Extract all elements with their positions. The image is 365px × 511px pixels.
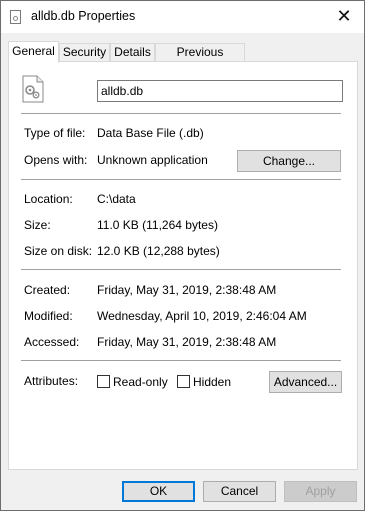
separator [21, 360, 341, 361]
advanced-button[interactable]: Advanced... [269, 371, 342, 393]
size-on-disk-label: Size on disk: [24, 244, 93, 258]
accessed-label: Accessed: [24, 335, 80, 349]
readonly-label[interactable]: Read-only [113, 375, 168, 389]
accessed-value: Friday, May 31, 2019, 2:38:48 AM [97, 335, 277, 349]
separator [21, 113, 341, 114]
title-bar: alldb.db Properties ✕ [1, 1, 364, 33]
file-icon [10, 10, 21, 24]
hidden-label[interactable]: Hidden [193, 375, 231, 389]
apply-button[interactable]: Apply [284, 481, 357, 502]
window-title: alldb.db Properties [31, 9, 136, 23]
created-label: Created: [24, 283, 71, 297]
cancel-button[interactable]: Cancel [203, 481, 276, 502]
tab-previous-versions[interactable]: Previous Versions [155, 43, 245, 76]
separator [21, 179, 341, 180]
properties-dialog: alldb.db Properties ✕ General Security D… [0, 0, 365, 511]
separator [21, 269, 341, 270]
attributes-label: Attributes: [24, 374, 79, 388]
modified-label: Modified: [24, 309, 73, 323]
opens-with-label: Opens with: [24, 153, 88, 167]
size-label: Size: [24, 218, 51, 232]
tab-general[interactable]: General [8, 41, 59, 63]
tab-security[interactable]: Security [59, 43, 110, 61]
hidden-checkbox[interactable] [177, 375, 190, 388]
ok-button[interactable]: OK [122, 481, 195, 502]
size-value: 11.0 KB (11,264 bytes) [97, 218, 218, 232]
type-value: Data Base File (.db) [97, 126, 204, 140]
change-button[interactable]: Change... [237, 150, 341, 172]
created-value: Friday, May 31, 2019, 2:38:48 AM [97, 283, 277, 297]
readonly-checkbox[interactable] [97, 375, 110, 388]
modified-value: Wednesday, April 10, 2019, 2:46:04 AM [97, 309, 307, 323]
file-name-field[interactable]: alldb.db [97, 80, 343, 102]
close-button[interactable]: ✕ [331, 6, 357, 28]
location-value: C:\data [97, 192, 136, 206]
opens-with-value: Unknown application [97, 153, 208, 167]
tab-details[interactable]: Details [110, 43, 155, 61]
type-label: Type of file: [24, 126, 86, 140]
location-label: Location: [24, 192, 73, 206]
settings-file-icon [22, 75, 44, 103]
general-panel [8, 61, 358, 470]
size-on-disk-value: 12.0 KB (12,288 bytes) [97, 244, 220, 258]
